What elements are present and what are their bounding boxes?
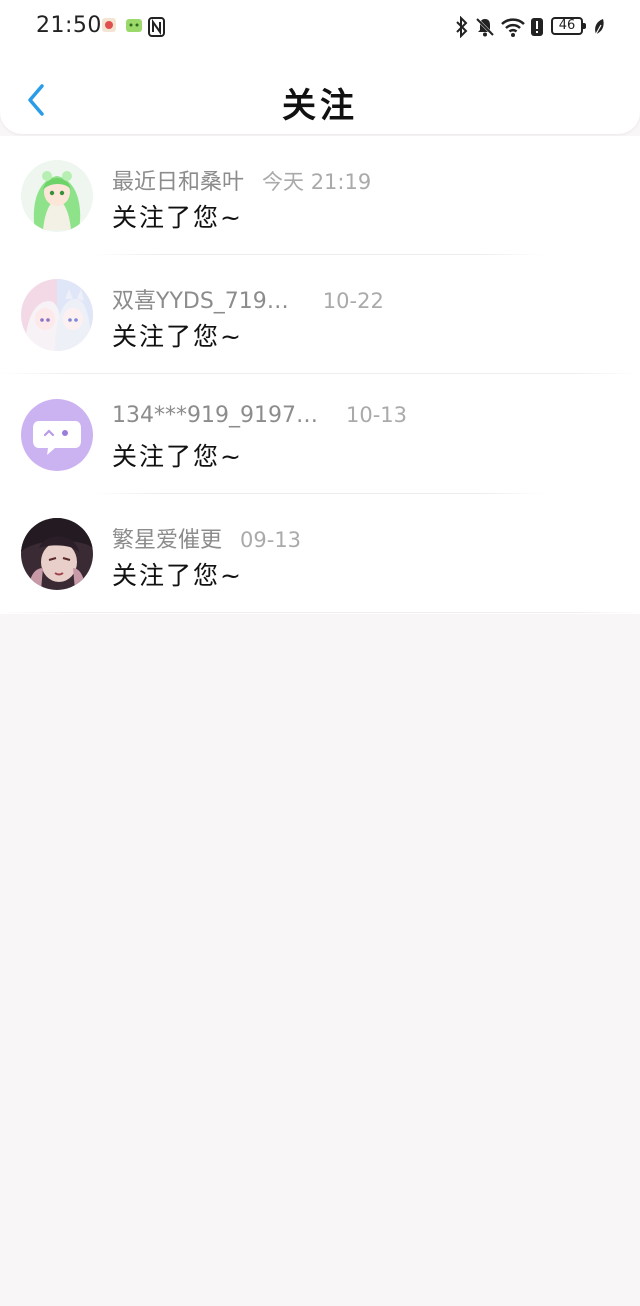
notification-list: 最近日和桑叶今天 21:19 关注了您~ 双喜YYDS_719… 10-22 xyxy=(0,136,640,614)
bluetooth-icon xyxy=(456,16,468,38)
avatar[interactable] xyxy=(21,160,93,232)
wifi-icon xyxy=(501,18,525,37)
avatar[interactable] xyxy=(21,279,93,351)
page-title: 关注 xyxy=(282,86,358,126)
top-bar: 21:50 46 关注 xyxy=(0,0,640,134)
avatar[interactable] xyxy=(21,399,93,471)
notification-time: 10-13 xyxy=(345,403,408,427)
record-icon xyxy=(102,18,116,32)
user-name[interactable]: 双喜YYDS_719… xyxy=(112,289,289,314)
notification-time: 09-13 xyxy=(240,528,302,552)
notification-time: 今天 21:19 xyxy=(262,170,372,194)
battery-icon: 46 xyxy=(551,17,586,35)
user-name[interactable]: 134***919_9197… xyxy=(112,403,318,428)
divider xyxy=(0,612,640,613)
user-name[interactable]: 繁星爱催更 xyxy=(112,528,222,553)
list-item[interactable]: 最近日和桑叶 今天 21:19 关注了您~ xyxy=(0,136,640,255)
list-item[interactable]: 134***919_9197… 10-13 关注了您~ xyxy=(0,375,640,494)
status-bar: 21:50 46 xyxy=(0,0,640,54)
leaf-icon xyxy=(595,19,604,35)
alert-icon xyxy=(531,18,543,36)
status-time: 21:50 xyxy=(36,13,102,38)
notification-time: 10-22 xyxy=(322,289,384,313)
notification-message: 关注了您~ xyxy=(112,203,243,232)
avatar[interactable] xyxy=(21,518,93,590)
list-item[interactable]: 繁星爱催更 09-13 关注了您~ xyxy=(0,494,640,613)
app-icon xyxy=(126,19,142,32)
notification-message: 关注了您~ xyxy=(112,442,243,471)
nfc-icon xyxy=(148,17,165,37)
user-name[interactable]: 最近日和桑叶 xyxy=(112,170,244,195)
divider xyxy=(0,373,640,374)
notification-message: 关注了您~ xyxy=(112,322,243,351)
mute-bell-icon xyxy=(475,17,495,37)
list-item[interactable]: 双喜YYDS_719… 10-22 关注了您~ xyxy=(0,255,640,374)
notification-message: 关注了您~ xyxy=(112,561,243,590)
